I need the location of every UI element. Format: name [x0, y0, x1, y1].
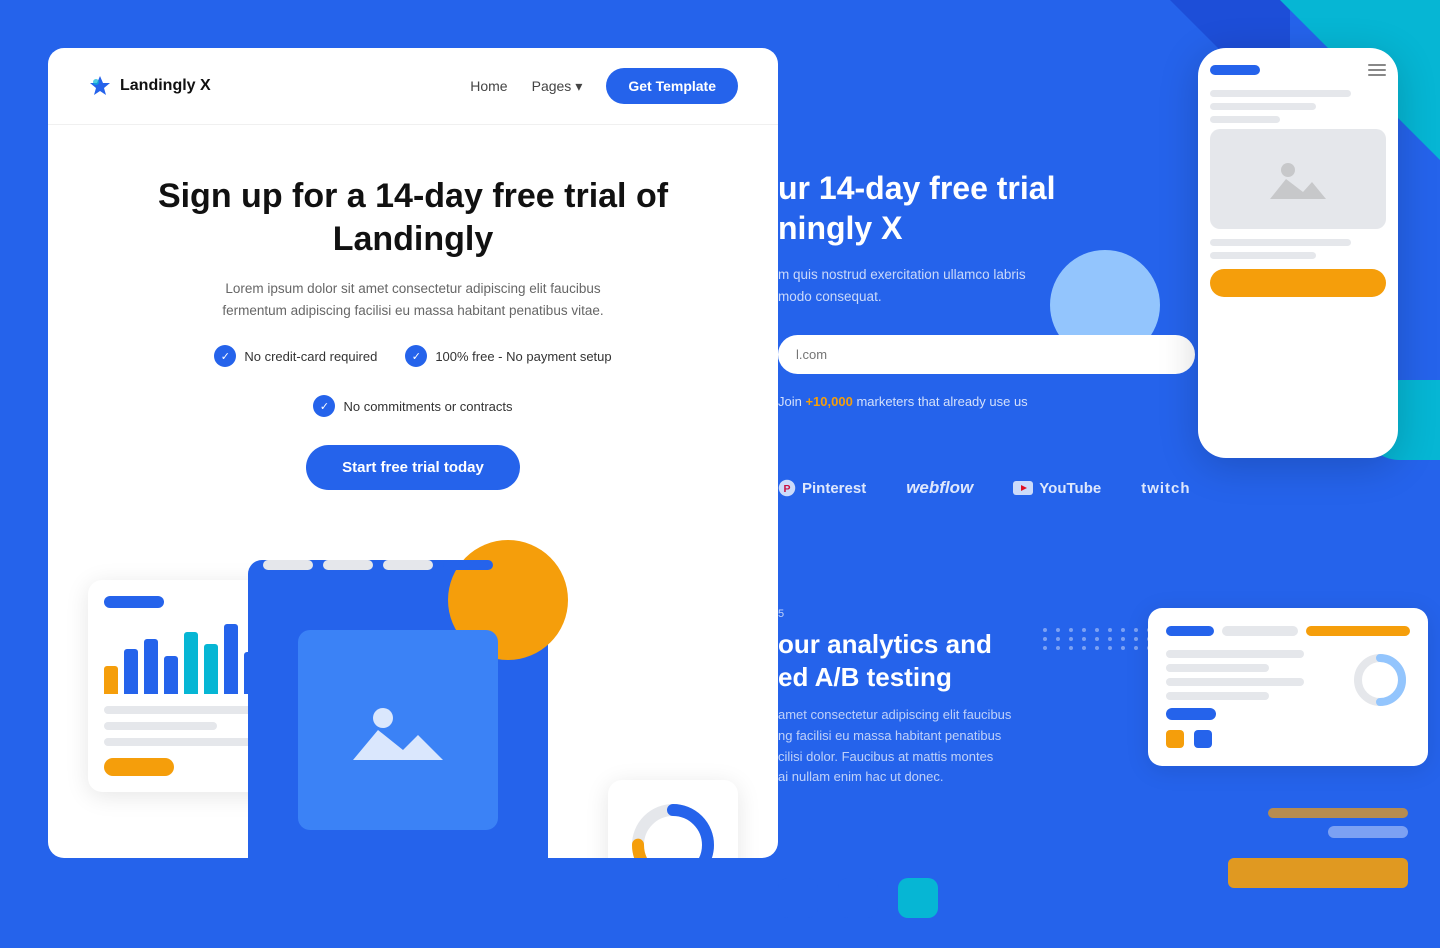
brand-youtube: YouTube [1013, 480, 1101, 497]
check-icon-3: ✓ [313, 395, 335, 417]
analytics-card-body [1166, 650, 1410, 720]
nav-home[interactable]: Home [470, 78, 507, 94]
donut-chart [628, 800, 718, 858]
chart-pill [104, 596, 164, 608]
logo-icon [88, 74, 112, 98]
bottom-squares-row [778, 878, 938, 918]
check-icon-2: ✓ [405, 345, 427, 367]
image-placeholder [298, 630, 498, 830]
hero-title: Sign up for a 14-day free trial of Landi… [108, 175, 718, 260]
phone-cta-button [1210, 269, 1386, 297]
phone-menu-icon [1368, 64, 1386, 76]
phone-header [1210, 64, 1386, 76]
phone-line-1 [1210, 90, 1351, 97]
line-placeholder-3 [104, 738, 254, 746]
line-placeholder-2 [104, 722, 217, 730]
hero-section: Sign up for a 14-day free trial of Landi… [48, 125, 778, 560]
chart-bar [124, 649, 138, 694]
badge-no-commitments: ✓ No commitments or contracts [313, 395, 512, 417]
analytics-card-bottom [1166, 730, 1410, 748]
brand-pinterest: P Pinterest [778, 479, 866, 497]
donut-card [608, 780, 738, 858]
image-icon [348, 690, 448, 770]
navbar: Landingly X Home Pages ▾ Get Template [48, 48, 778, 125]
yellow-pill [104, 758, 174, 776]
analytics-label: 5 [778, 608, 1138, 620]
logo: Landingly X [88, 74, 211, 98]
chart-bar [184, 632, 198, 694]
yellow-bar-mid [1268, 808, 1408, 818]
phone-logo-bar [1210, 65, 1260, 75]
check-icon-1: ✓ [214, 345, 236, 367]
chevron-down-icon: ▾ [575, 78, 582, 95]
phone-line-3 [1210, 116, 1280, 123]
chart-bar [164, 656, 178, 694]
brands-section: P Pinterest webflow YouTube twitch [778, 478, 1338, 498]
badges-row: ✓ No credit-card required ✓ 100% free - … [108, 345, 718, 417]
hero-subtitle: Lorem ipsum dolor sit amet consectetur a… [213, 278, 613, 321]
analytics-desc: amet consectetur adipiscing elit faucibu… [778, 705, 1138, 788]
nav-links: Home Pages ▾ Get Template [470, 68, 738, 104]
brand-twitch: twitch [1141, 480, 1190, 497]
badge-no-credit: ✓ No credit-card required [214, 345, 377, 367]
phone-img-icon [1268, 154, 1328, 204]
start-trial-button[interactable]: Start free trial today [306, 445, 520, 490]
nav-pages[interactable]: Pages ▾ [532, 78, 583, 95]
svg-text:P: P [783, 483, 790, 495]
phone-image-area [1210, 129, 1386, 229]
phone-line-4 [1210, 239, 1351, 246]
brand-webflow: webflow [906, 478, 973, 498]
mini-donut-wrapper [1350, 650, 1410, 715]
phone-line-2 [1210, 103, 1316, 110]
youtube-icon [1013, 481, 1033, 495]
phone-mockup [1198, 48, 1398, 458]
preview-area [88, 560, 738, 858]
white-bar-bottom [1328, 826, 1408, 838]
chart-bar [204, 644, 218, 694]
marketers-count: +10,000 [805, 394, 852, 409]
right-content: ur 14-day free trialningly X m quis nost… [778, 48, 1438, 948]
analytics-section: 5 our analytics anded A/B testing amet c… [778, 608, 1138, 788]
chart-bar [144, 639, 158, 694]
pinterest-icon: P [778, 479, 796, 497]
get-template-button[interactable]: Get Template [606, 68, 738, 104]
chart-bar [224, 624, 238, 694]
phone-line-5 [1210, 252, 1316, 259]
brand-name: Landingly X [120, 77, 211, 95]
image-card-inner [248, 560, 548, 858]
image-card [248, 560, 548, 858]
tab-pills [263, 560, 493, 570]
mini-donut-chart [1350, 650, 1410, 710]
chart-bar [104, 666, 118, 694]
yellow-bar-bottom [1228, 858, 1408, 888]
analytics-card [1148, 608, 1428, 766]
main-card: Landingly X Home Pages ▾ Get Template Si… [48, 48, 778, 858]
email-input[interactable] [778, 335, 1195, 374]
analytics-card-header [1166, 626, 1410, 636]
badge-free: ✓ 100% free - No payment setup [405, 345, 611, 367]
analytics-title: our analytics anded A/B testing [778, 628, 1138, 693]
